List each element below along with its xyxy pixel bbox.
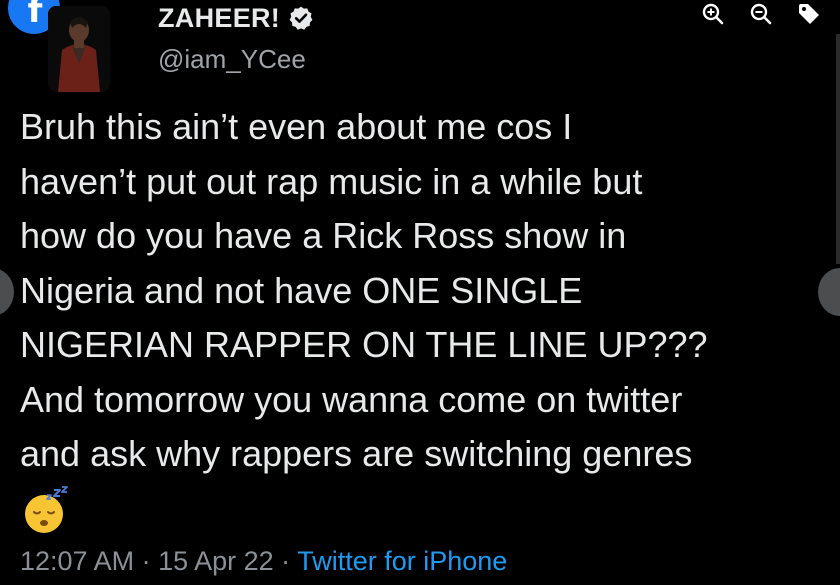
zoom-in-icon[interactable]: [700, 1, 726, 27]
verified-badge-icon: [289, 6, 313, 30]
display-name[interactable]: ZAHEER!: [158, 3, 280, 34]
tag-icon[interactable]: [796, 1, 822, 27]
tweet-time[interactable]: 12:07 AM: [20, 546, 134, 576]
handle[interactable]: @iam_YCee: [158, 44, 306, 75]
tweet-meta: 12:07 AM · 15 Apr 22 · Twitter for iPhon…: [20, 546, 507, 577]
meta-separator: ·: [134, 546, 159, 576]
avatar-image: [48, 6, 110, 92]
tweet-date[interactable]: 15 Apr 22: [158, 546, 274, 576]
tweet-text: Bruh this ain’t even about me cos I have…: [20, 106, 708, 474]
scrollbar[interactable]: [836, 34, 840, 264]
avatar[interactable]: [48, 6, 110, 92]
tweet-source-link[interactable]: Twitter for iPhone: [297, 546, 507, 576]
display-name-row: ZAHEER!: [158, 0, 314, 36]
sleeping-face-emoji: [20, 486, 72, 534]
previous-arrow-button[interactable]: [0, 268, 14, 316]
zoom-out-icon[interactable]: [748, 1, 774, 27]
meta-separator: ·: [273, 546, 298, 576]
image-toolbar: [700, 0, 822, 28]
